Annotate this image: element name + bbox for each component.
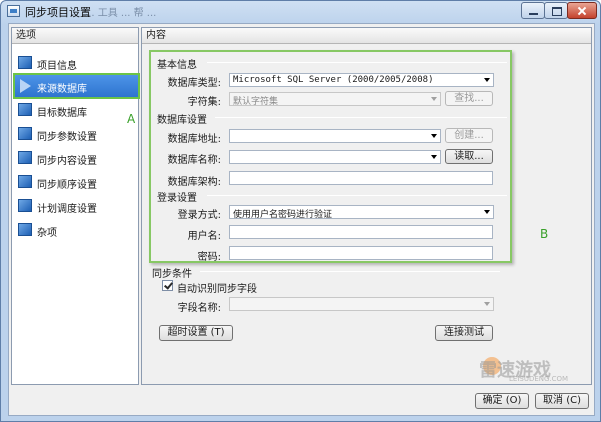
content-panel: 内容 基本信息 数据库类型: Microsoft SQL Server (200… — [141, 27, 592, 385]
nav-item-schedule[interactable]: 计划调度设置 — [15, 195, 136, 217]
nav-item-label: 项目信息 — [37, 61, 77, 72]
timeout-settings-button[interactable]: 超时设置 (T) — [159, 325, 233, 341]
nav-item-label: 同步顺序设置 — [37, 180, 97, 191]
group-sync-conditions: 同步条件 — [152, 269, 192, 280]
nav-item-misc[interactable]: 杂项 — [15, 219, 136, 241]
nav-item-label: 杂项 — [37, 228, 57, 239]
db-name-label: 数据库名称: — [167, 155, 221, 166]
nav-item-label: 计划调度设置 — [37, 204, 97, 215]
close-button[interactable] — [567, 2, 597, 19]
login-method-value: 使用用户名密码进行验证 — [233, 210, 333, 220]
db-type-select[interactable]: Microsoft SQL Server (2000/2005/2008) — [229, 73, 494, 87]
options-panel: 选项 项目信息 来源数据库 目标数据库 同步参数设置 同步内容设置 同步顺序设置… — [11, 27, 140, 385]
title-bar: 同步项目设置 ... 工具 ... 帮 ... — [1, 1, 600, 21]
chevron-down-icon — [484, 78, 490, 82]
window-title: 同步项目设置 — [25, 6, 91, 19]
nav-page-icon — [18, 151, 32, 164]
nav-page-icon — [18, 103, 32, 116]
group-basic-info: 基本信息 — [157, 60, 197, 71]
options-header: 选项 — [12, 28, 138, 44]
db-schema-label: 数据库架构: — [167, 177, 221, 188]
charset-value: 默认字符集 — [233, 97, 279, 107]
group-divider — [207, 62, 507, 63]
find-button[interactable]: 查找... — [445, 91, 493, 106]
nav-item-source-db[interactable]: 来源数据库 — [13, 73, 140, 99]
project-settings-window: 同步项目设置 ... 工具 ... 帮 ... 选项 项目信息 来源数据库 目标… — [0, 0, 601, 422]
charset-label: 字符集: — [187, 97, 221, 108]
auto-detect-label: 自动识别同步字段 — [177, 284, 257, 295]
username-label: 用户名: — [187, 231, 221, 242]
minimize-button[interactable] — [521, 2, 545, 19]
highlight-frame-b: 基本信息 数据库类型: Microsoft SQL Server (2000/2… — [149, 50, 512, 263]
chevron-down-icon — [431, 97, 437, 101]
background-menu-ghost: ... 工具 ... 帮 ... — [85, 8, 157, 19]
ok-button[interactable]: 确定 (O) — [475, 393, 529, 409]
group-login-settings: 登录设置 — [157, 193, 197, 204]
password-label: 密码: — [197, 252, 221, 263]
db-type-value: Microsoft SQL Server (2000/2005/2008) — [233, 75, 434, 85]
login-method-select[interactable]: 使用用户名密码进行验证 — [229, 205, 494, 220]
maximize-button[interactable] — [544, 2, 568, 19]
chevron-down-icon — [484, 210, 490, 214]
app-icon — [7, 5, 20, 17]
read-button[interactable]: 读取... — [445, 149, 493, 164]
field-name-label: 字段名称: — [177, 303, 221, 314]
db-schema-field[interactable] — [229, 171, 493, 185]
nav-page-icon — [18, 56, 32, 69]
db-name-select[interactable] — [229, 150, 441, 164]
username-field[interactable] — [229, 225, 493, 239]
group-divider — [207, 195, 507, 196]
auto-detect-checkbox[interactable] — [162, 280, 173, 291]
content-header: 内容 — [142, 28, 591, 44]
nav-page-icon — [18, 199, 32, 212]
nav-item-label: 目标数据库 — [37, 108, 87, 119]
nav-item-sync-params[interactable]: 同步参数设置 — [15, 123, 136, 145]
nav-item-project-info[interactable]: 项目信息 — [15, 52, 136, 74]
watermark-subtext: LEISUDENG.COM — [509, 375, 569, 383]
field-name-select[interactable] — [229, 297, 494, 311]
chevron-down-icon — [431, 155, 437, 159]
create-button[interactable]: 创建... — [445, 128, 493, 143]
selected-arrow-icon — [20, 79, 31, 93]
password-field[interactable] — [229, 246, 493, 260]
cancel-button[interactable]: 取消 (C) — [535, 393, 589, 409]
dialog-button-bar: 确定 (O) 取消 (C) — [9, 388, 594, 415]
chevron-down-icon — [484, 302, 490, 306]
db-address-label: 数据库地址: — [167, 134, 221, 145]
group-divider — [215, 117, 507, 118]
group-db-settings: 数据库设置 — [157, 115, 207, 126]
test-connection-button[interactable]: 连接测试 — [435, 325, 493, 341]
nav-page-icon — [18, 175, 32, 188]
db-address-select[interactable] — [229, 129, 441, 143]
annotation-a: A — [127, 112, 136, 126]
chevron-down-icon — [431, 134, 437, 138]
annotation-b: B — [540, 227, 549, 241]
nav-item-label: 来源数据库 — [37, 84, 87, 95]
db-type-label: 数据库类型: — [167, 78, 221, 89]
nav-page-icon — [18, 127, 32, 140]
nav-item-target-db[interactable]: 目标数据库 — [15, 99, 136, 121]
nav-item-label: 同步参数设置 — [37, 132, 97, 143]
nav-item-sync-order[interactable]: 同步顺序设置 — [15, 171, 136, 193]
nav-page-icon — [18, 223, 32, 236]
group-divider — [200, 271, 500, 272]
nav-item-label: 同步内容设置 — [37, 156, 97, 167]
login-method-label: 登录方式: — [177, 210, 221, 221]
charset-select[interactable]: 默认字符集 — [229, 92, 441, 107]
nav-item-sync-content[interactable]: 同步内容设置 — [15, 147, 136, 169]
